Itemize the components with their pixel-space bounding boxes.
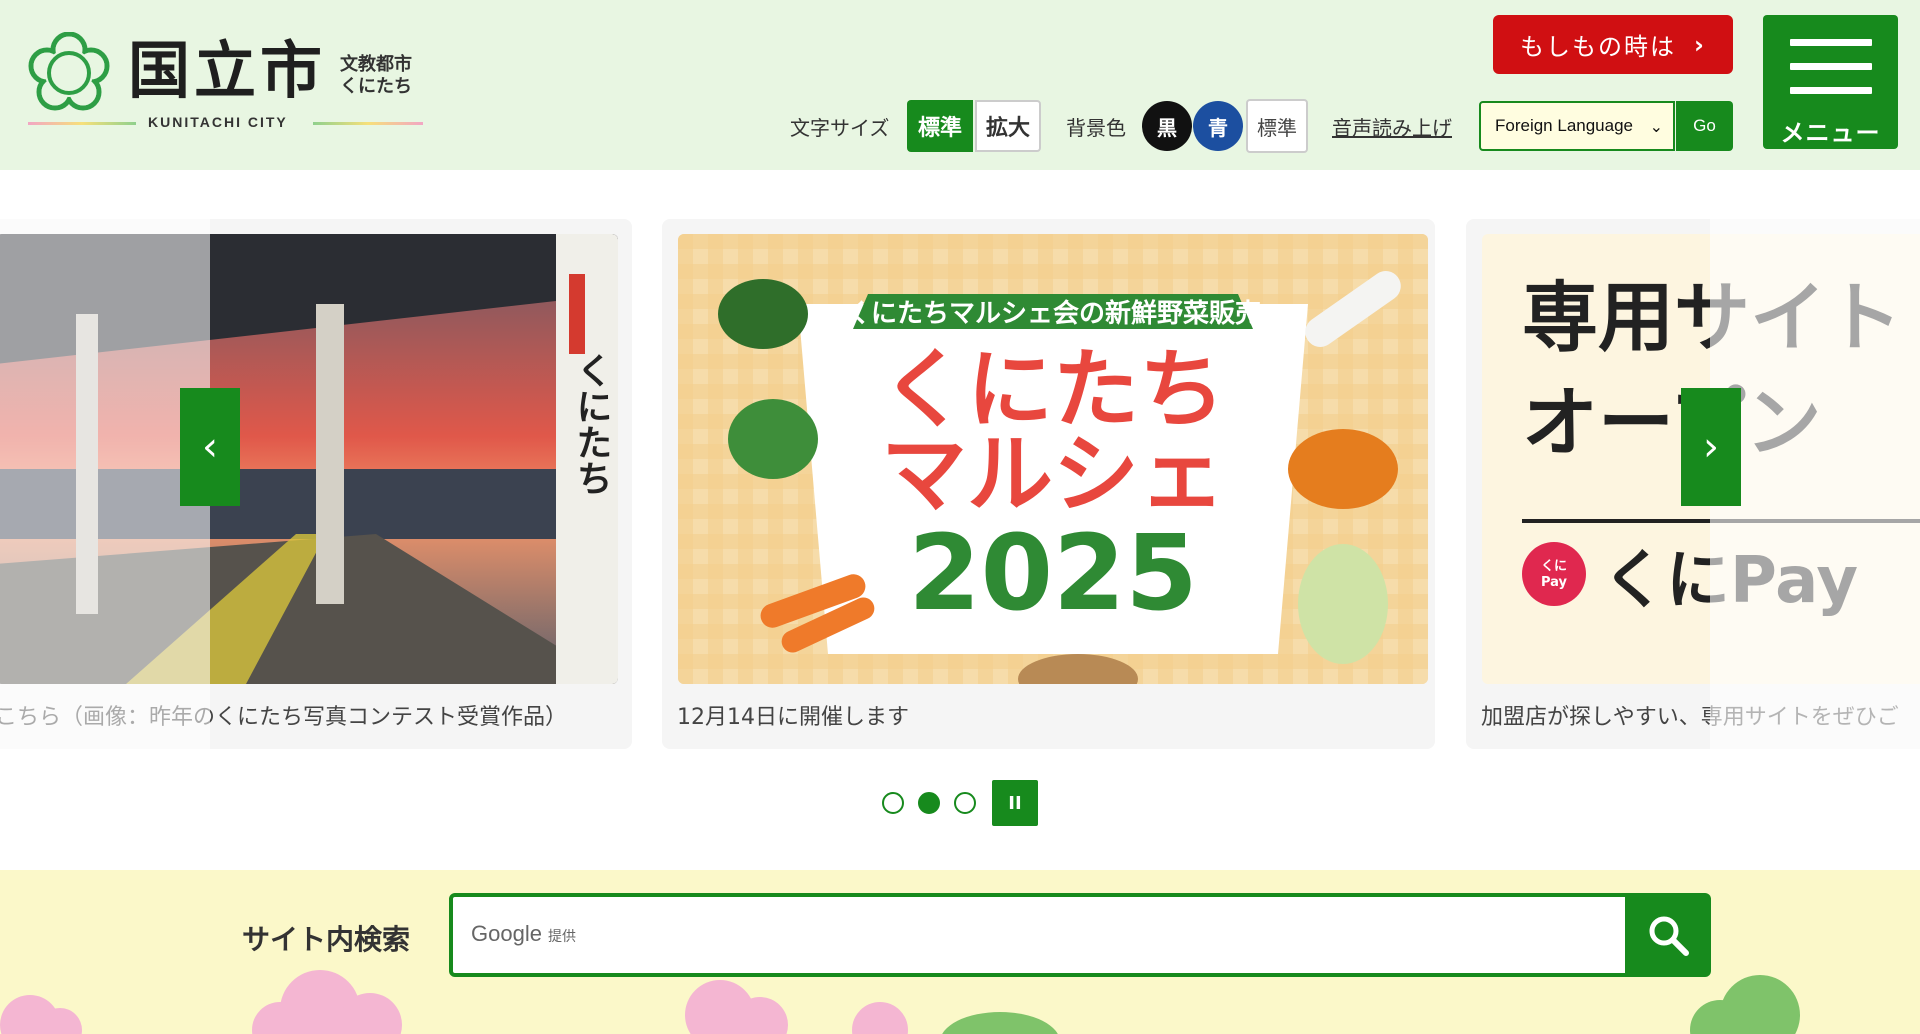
carousel-prev-button[interactable]: ‹ — [180, 388, 240, 506]
logo-city-name: 国立市 — [128, 34, 327, 107]
logo-divider-right — [313, 122, 423, 125]
marche-banner-text: くにたちマルシェ会の新鮮野菜販売 — [845, 298, 1261, 329]
logo-english-name: KUNITACHI CITY — [148, 114, 288, 130]
logo-subtitle-line-1: 文教都市 — [340, 54, 412, 75]
station-sign-text: くにたち — [571, 352, 612, 496]
background-blue-button[interactable]: 青 — [1193, 101, 1243, 151]
slide-caption: 12月14日に開催します — [677, 705, 909, 730]
hamburger-icon — [1790, 39, 1872, 46]
hamburger-icon-bar — [1790, 63, 1872, 70]
logo-divider-left — [28, 122, 136, 125]
language-go-button[interactable]: Go — [1676, 101, 1733, 151]
carousel-fade-right — [1710, 219, 1920, 749]
text-size-large-button[interactable]: 拡大 — [975, 100, 1041, 152]
site-search-box[interactable]: Google 提供 — [449, 893, 1629, 977]
chevron-right-icon: › — [1703, 424, 1719, 470]
carousel-dot-3[interactable] — [954, 792, 976, 814]
site-header: 国立市 文教都市 くにたち KUNITACHI CITY もしもの時は › メニ… — [0, 0, 1920, 170]
kunipay-badge-line-2: Pay — [1541, 575, 1568, 590]
site-search-button[interactable] — [1625, 893, 1711, 977]
marche-year: 2025 — [908, 512, 1197, 634]
foreign-language-select[interactable]: Foreign Language ⌄ — [1479, 101, 1675, 151]
carousel-dot-1[interactable] — [882, 792, 904, 814]
provided-label: 提供 — [547, 928, 576, 944]
voice-readout-link[interactable]: 音声読み上げ — [1332, 112, 1452, 141]
logo-subtitle: 文教都市 くにたち — [340, 54, 412, 98]
chevron-right-icon: › — [1694, 30, 1706, 59]
hamburger-icon-bar — [1790, 87, 1872, 94]
site-search-section: サイト内検索 Google 提供 — [0, 870, 1920, 1034]
marche-poster-image: くにたちマルシェ会の新鮮野菜販売 くにたち マルシェ 2025 — [678, 234, 1428, 684]
emergency-button[interactable]: もしもの時は › — [1493, 15, 1733, 74]
decorative-trees-image — [0, 970, 1800, 1034]
background-black-button[interactable]: 黒 — [1142, 101, 1192, 151]
background-standard-button[interactable]: 標準 — [1246, 99, 1308, 153]
menu-button[interactable]: メニュー — [1763, 15, 1898, 149]
carousel-fade-left — [0, 219, 210, 749]
plum-blossom-logo-icon — [28, 32, 110, 111]
carousel-dot-2[interactable] — [918, 792, 940, 814]
text-size-label: 文字サイズ — [790, 116, 890, 140]
google-label: Google — [471, 921, 542, 946]
background-color-label: 背景色 — [1066, 116, 1126, 140]
marche-title-2: マルシェ — [881, 425, 1225, 525]
site-logo[interactable]: 国立市 文教都市 くにたち KUNITACHI CITY — [28, 32, 423, 132]
site-search-input[interactable] — [453, 897, 1625, 973]
search-icon — [1649, 916, 1689, 956]
carousel-slide-marche[interactable]: くにたちマルシェ会の新鮮野菜販売 くにたち マルシェ 2025 12月14日に開… — [662, 219, 1435, 749]
foreign-language-select-value: Foreign Language — [1495, 116, 1634, 135]
emergency-button-label: もしもの時は — [1520, 33, 1677, 61]
chevron-down-icon: ⌄ — [1649, 119, 1663, 136]
text-size-standard-button[interactable]: 標準 — [907, 100, 973, 152]
google-provided-mark: Google 提供 — [471, 921, 576, 947]
logo-subtitle-line-2: くにたち — [340, 76, 412, 97]
slide-image-marche: くにたちマルシェ会の新鮮野菜販売 くにたち マルシェ 2025 — [678, 234, 1428, 684]
carousel-pause-button[interactable]: II — [992, 780, 1038, 826]
carousel-next-button[interactable]: › — [1681, 388, 1741, 506]
chevron-left-icon: ‹ — [202, 424, 218, 470]
kunipay-badge-line-1: くに — [1541, 559, 1567, 574]
site-search-label: サイト内検索 — [242, 923, 411, 956]
menu-button-label: メニュー — [1780, 119, 1881, 147]
